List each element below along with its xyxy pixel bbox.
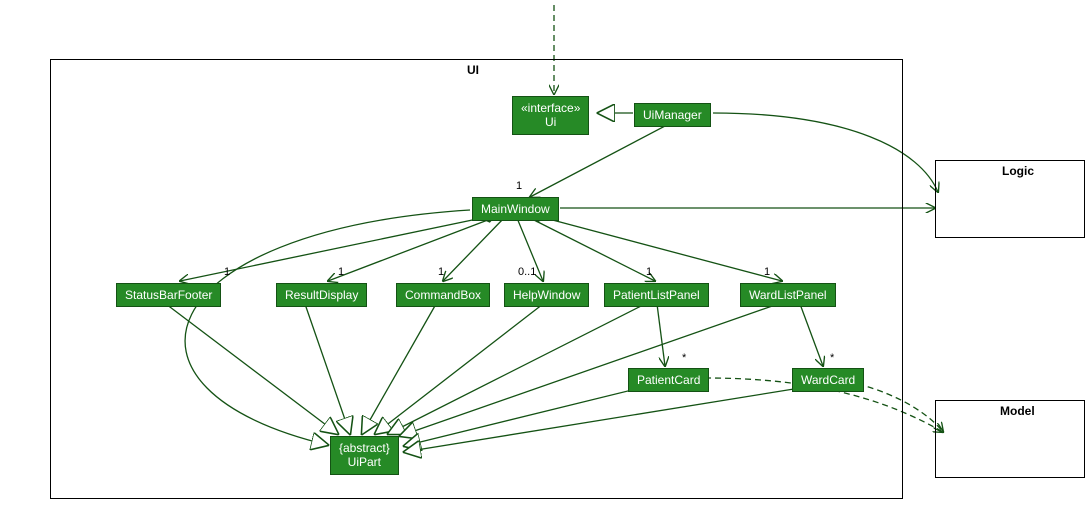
package-ui-label: UI [467, 63, 479, 77]
class-name: UiPart [339, 455, 390, 469]
package-model-label: Model [1000, 404, 1035, 418]
class-command-box: CommandBox [396, 283, 490, 307]
mult-ward-card: * [830, 352, 834, 364]
class-help-window: HelpWindow [504, 283, 589, 307]
mult-patient-card: * [682, 352, 686, 364]
mult-patient-list-panel: 1 [646, 266, 652, 278]
class-ui-part: {abstract} UiPart [330, 436, 399, 475]
mult-command-box: 1 [438, 266, 444, 278]
mult-status-bar: 1 [224, 266, 230, 278]
class-ward-list-panel: WardListPanel [740, 283, 836, 307]
stereotype: {abstract} [339, 441, 390, 455]
class-patient-list-panel: PatientListPanel [604, 283, 709, 307]
mult-help-window: 0..1 [518, 266, 536, 278]
package-ui [50, 59, 903, 499]
mult-ward-list-panel: 1 [764, 266, 770, 278]
stereotype: «interface» [521, 101, 580, 115]
class-ui-interface: «interface» Ui [512, 96, 589, 135]
class-ward-card: WardCard [792, 368, 864, 392]
mult-result-display: 1 [338, 266, 344, 278]
class-ui-manager: UiManager [634, 103, 711, 127]
class-main-window: MainWindow [472, 197, 559, 221]
mult-main-window: 1 [516, 180, 522, 192]
class-name: Ui [521, 115, 580, 129]
package-logic-label: Logic [1002, 164, 1034, 178]
class-status-bar-footer: StatusBarFooter [116, 283, 221, 307]
class-patient-card: PatientCard [628, 368, 709, 392]
class-result-display: ResultDisplay [276, 283, 367, 307]
